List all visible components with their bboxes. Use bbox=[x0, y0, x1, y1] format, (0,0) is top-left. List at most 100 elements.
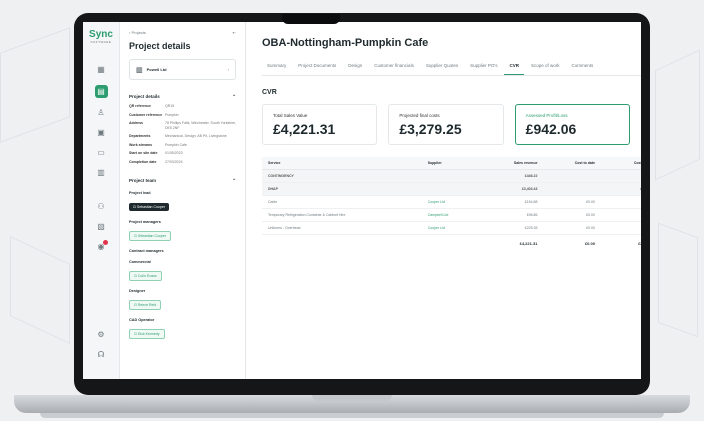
detail-value: 27/03/2024 bbox=[165, 159, 183, 164]
dashboard-icon[interactable]: ▦ bbox=[96, 65, 106, 75]
card-label: Projected final costs bbox=[399, 113, 440, 118]
table-cell: £97.81 bbox=[600, 221, 641, 235]
column-header[interactable]: Supplier bbox=[421, 157, 480, 170]
background-sketch bbox=[0, 27, 70, 143]
supplier-link[interactable]: Campbell Ltd bbox=[421, 208, 480, 222]
background-sketch bbox=[655, 49, 700, 181]
tab-comments[interactable]: Comments bbox=[567, 63, 599, 75]
table-header: Service Supplier Sales revenue Cost to date… bbox=[262, 157, 641, 170]
project-lead-chip[interactable]: ⊡ Sebastian Cooper bbox=[129, 203, 169, 211]
card-value: £942.06 bbox=[525, 121, 577, 137]
client-selector[interactable]: ▥ Powell Ltd › bbox=[129, 59, 236, 80]
column-header[interactable]: Cost to date bbox=[543, 157, 601, 170]
column-header[interactable]: Sales revenue bbox=[479, 157, 544, 170]
cad-operator-label: CAD Operator bbox=[129, 318, 155, 322]
chevron-up-icon: ⌃ bbox=[232, 94, 236, 99]
chevron-up-icon: ⌃ bbox=[232, 178, 236, 183]
tab-design[interactable]: Design bbox=[343, 63, 367, 75]
detail-key: Start on site date bbox=[129, 151, 158, 155]
clipboard-icon[interactable]: ▥ bbox=[96, 168, 106, 178]
team-section-header[interactable]: Project team ⌃ bbox=[129, 178, 236, 184]
detail-key: Customer reference bbox=[129, 112, 163, 117]
details-section-title: Project details bbox=[129, 94, 160, 99]
people-icon[interactable]: ♙ bbox=[96, 108, 106, 118]
table-cell: £3,403.43 bbox=[479, 182, 544, 196]
table-cell: £14.56 bbox=[600, 208, 641, 222]
column-header[interactable]: Service bbox=[262, 157, 422, 170]
notifications-icon[interactable]: ◉ bbox=[96, 240, 108, 252]
collapse-panel-icon[interactable]: ⇤ bbox=[233, 30, 236, 35]
table-row[interactable]: Temporary Refrigeration Container & Cabi… bbox=[262, 208, 641, 222]
supplier-link[interactable]: Cooper Ltd bbox=[421, 221, 480, 235]
designer-chip[interactable]: ⊡ Reece Reid bbox=[129, 300, 162, 310]
table-cell: £96.86 bbox=[479, 208, 544, 222]
detail-value: Pumpkin bbox=[165, 112, 179, 117]
details-section-header[interactable]: Project details ⌃ bbox=[129, 94, 236, 100]
tab-summary[interactable]: Summary bbox=[262, 63, 291, 75]
table-row[interactable]: Uniforms - Overhead Cooper Ltd £225.35 £0.0… bbox=[262, 221, 641, 235]
total-cell: £4,221.31 bbox=[519, 241, 538, 246]
projects-icon[interactable]: ▤ bbox=[94, 85, 108, 98]
table-group-row[interactable]: DHAP £3,403.43 £2,780.00 bbox=[262, 182, 641, 196]
breadcrumb-projects[interactable]: ‹ Projects bbox=[129, 30, 146, 35]
table-cell: CONTINGENCY bbox=[262, 169, 422, 183]
laptop-base-shadow bbox=[40, 413, 664, 418]
client-name: Powell Ltd bbox=[146, 67, 167, 72]
tab-supplier-po-s[interactable]: Supplier PO's bbox=[465, 63, 502, 75]
summary-cards: Total Sales Value £4,221.31 Projected fi… bbox=[262, 104, 641, 145]
table-cell: £2,780.00 bbox=[600, 182, 641, 196]
table-cell: £100.17 bbox=[600, 195, 641, 209]
table-group-row[interactable]: CONTINGENCY £446.22 £277.05 bbox=[262, 169, 641, 183]
detail-value: 78 Phillips Falls, Winchester, South Yor… bbox=[165, 121, 237, 130]
project-manager-chip[interactable]: ⊡ Sebastian Cooper bbox=[129, 231, 171, 241]
detail-key: Work streams bbox=[129, 142, 153, 147]
team-section-title: Project team bbox=[129, 178, 157, 183]
detail-key: Completion date bbox=[129, 159, 157, 164]
tab-cvr[interactable]: CVR bbox=[504, 63, 524, 75]
reports-icon[interactable]: ▧ bbox=[96, 222, 106, 232]
detail-key: Departments bbox=[129, 134, 151, 138]
support-icon[interactable]: ☊ bbox=[96, 350, 106, 360]
team-icon[interactable]: ⚇ bbox=[96, 202, 106, 212]
camera-notch bbox=[282, 14, 340, 24]
table-cell: Uniforms - Overhead bbox=[262, 221, 422, 235]
detail-value: Mechanical, Design, AB Pit, Livingstone bbox=[165, 134, 227, 138]
tab-supplier-quotes[interactable]: Supplier Quotes bbox=[421, 63, 463, 75]
documents-icon[interactable]: ▭ bbox=[96, 148, 106, 158]
total-cell: £3,279.25 bbox=[638, 241, 641, 246]
table-cell bbox=[421, 182, 480, 196]
detail-row: Start on site date 01/05/2023 bbox=[129, 151, 236, 156]
table-cell: £0.00 bbox=[543, 221, 601, 235]
detail-row: Completion date 27/03/2024 bbox=[129, 160, 236, 165]
total-cell: £0.00 bbox=[584, 241, 595, 246]
table-cell bbox=[421, 169, 480, 183]
background-sketch bbox=[10, 236, 70, 344]
background-sketch bbox=[658, 222, 698, 338]
app-logo-sub: SOFTWARE bbox=[90, 40, 112, 44]
commercial-chip[interactable]: ⊡ Colin Evans bbox=[129, 271, 162, 281]
settings-icon[interactable]: ⚙ bbox=[96, 330, 106, 340]
tab-customer-financials[interactable]: Customer financials bbox=[369, 63, 419, 75]
table-cell: £277.05 bbox=[600, 169, 641, 183]
total-sales-card: Total Sales Value £4,221.31 bbox=[262, 104, 378, 145]
tab-project-documents[interactable]: Project Documents bbox=[293, 63, 341, 75]
building-icon: ▥ bbox=[136, 66, 143, 74]
detail-key: Address bbox=[129, 121, 144, 125]
laptop-base-notch bbox=[312, 395, 392, 401]
profit-loss-card: Assessed Profit/Loss £942.06 bbox=[514, 104, 630, 145]
column-header[interactable]: Cost to come bbox=[600, 157, 641, 170]
table-cell: £225.35 bbox=[479, 221, 544, 235]
tab-scope-of-work[interactable]: Scope of work bbox=[526, 63, 565, 75]
table-cell: Temporary Refrigeration Container & Cabi… bbox=[262, 208, 422, 222]
card-value: £3,279.25 bbox=[399, 121, 462, 137]
section-title: CVR bbox=[262, 89, 277, 96]
app-screen: Sync SOFTWARE ▦ ▤ ♙ ▣ ▭ ▥ ⚇ ▧ ◉ ⚙ ☊ ‹ Pr… bbox=[83, 22, 641, 379]
table-body: CONTINGENCY £446.22 £277.05 DHAP £3,403.43 £2… bbox=[262, 169, 641, 251]
nav-rail: Sync SOFTWARE ▦ ▤ ♙ ▣ ▭ ▥ ⚇ ▧ ◉ ⚙ ☊ bbox=[83, 22, 120, 379]
cad-operator-chip[interactable]: ⊡ Dick Kennedy bbox=[129, 329, 165, 339]
supplier-link[interactable]: Cooper Ltd bbox=[421, 195, 480, 209]
project-lead-label: Project lead bbox=[129, 191, 151, 195]
table-cell bbox=[543, 169, 601, 183]
table-row[interactable]: CableCooper Ltd£154.88£0.00£100.17 bbox=[262, 195, 641, 209]
calendar-icon[interactable]: ▣ bbox=[96, 128, 106, 138]
